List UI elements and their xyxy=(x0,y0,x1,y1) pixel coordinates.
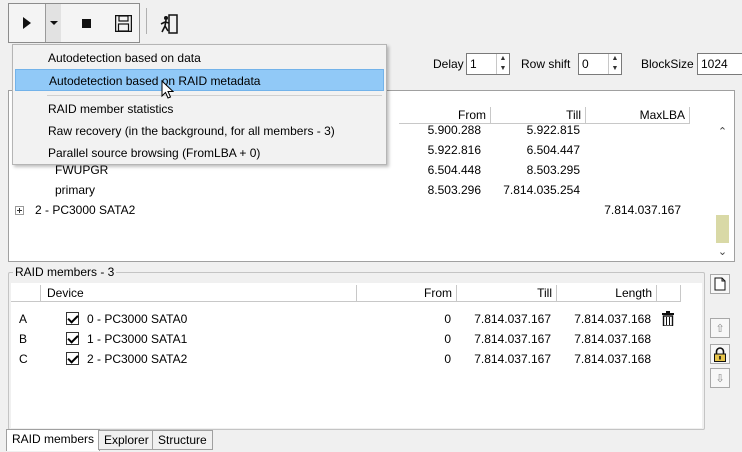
vertical-scrollbar[interactable]: ⌃ ⌄ xyxy=(714,117,731,261)
member-device: 1 - PC3000 SATA1 xyxy=(87,332,188,346)
scroll-up-icon[interactable]: ⌃ xyxy=(714,125,731,138)
play-dropdown-button[interactable] xyxy=(45,4,61,42)
menu-item-raw-recovery[interactable]: Raw recovery (in the background, for all… xyxy=(15,120,384,142)
column-header-length[interactable]: Length xyxy=(557,285,657,302)
member-length: 7.814.037.168 xyxy=(574,352,651,366)
spin-down-icon[interactable]: ▼ xyxy=(497,64,509,74)
rowshift-value: 0 xyxy=(582,57,589,71)
member-device: 2 - PC3000 SATA2 xyxy=(87,352,188,366)
lock-button[interactable] xyxy=(710,344,730,364)
play-dropdown-menu: Autodetection based on data Autodetectio… xyxy=(12,44,387,165)
member-till: 7.814.037.167 xyxy=(474,352,551,366)
row-from: 5.922.816 xyxy=(427,143,481,157)
member-letter: A xyxy=(19,312,28,326)
table-row[interactable]: primary 8.503.296 7.814.035.254 xyxy=(9,180,709,200)
column-header-extra xyxy=(657,285,681,302)
member-length: 7.814.037.168 xyxy=(574,332,651,346)
new-document-button[interactable] xyxy=(710,274,730,294)
spin-up-icon[interactable]: ▲ xyxy=(609,54,621,64)
rowshift-label: Row shift xyxy=(521,57,571,71)
delay-spinner[interactable]: 1 ▲ ▼ xyxy=(466,53,510,75)
exit-icon xyxy=(160,14,178,34)
mouse-cursor-icon xyxy=(161,80,174,99)
tab-explorer[interactable]: Explorer xyxy=(98,430,155,450)
move-up-button[interactable]: ⇧ xyxy=(710,318,730,338)
column-header-from[interactable]: From xyxy=(357,285,457,302)
move-down-button[interactable]: ⇩ xyxy=(710,368,730,388)
new-document-icon xyxy=(714,277,726,291)
save-button[interactable] xyxy=(109,4,137,42)
arrow-up-icon: ⇧ xyxy=(715,322,725,335)
row-from: 6.504.448 xyxy=(427,163,481,177)
rowshift-spinner[interactable]: 0 ▲ ▼ xyxy=(578,53,622,75)
raid-members-group: RAID members - 3 Device From Till Length… xyxy=(8,265,705,430)
member-row[interactable]: B 1 - PC3000 SATA1 0 7.814.037.167 7.814… xyxy=(11,329,702,349)
row-from: 8.503.296 xyxy=(427,183,481,197)
member-from: 0 xyxy=(444,312,451,326)
play-icon xyxy=(23,17,31,29)
menu-item-autodetect-raid-metadata[interactable]: Autodetection based on RAID metadata xyxy=(15,69,384,91)
trash-icon[interactable] xyxy=(662,311,674,326)
delay-value: 1 xyxy=(470,57,477,71)
menu-separator xyxy=(47,95,382,96)
row-maxlba: 7.814.037.167 xyxy=(604,203,681,217)
blocksize-input[interactable]: 1024 xyxy=(697,53,742,75)
menu-item-parallel-source-browsing[interactable]: Parallel source browsing (FromLBA + 0) xyxy=(15,142,384,164)
member-checkbox[interactable] xyxy=(66,332,79,345)
member-device: 0 - PC3000 SATA0 xyxy=(87,312,188,326)
row-till: 6.504.447 xyxy=(526,143,580,157)
row-till: 8.503.295 xyxy=(526,163,580,177)
column-header-letter xyxy=(11,285,41,302)
member-length: 7.814.037.168 xyxy=(574,312,651,326)
row-till: 7.814.035.254 xyxy=(503,183,580,197)
delay-label: Delay xyxy=(433,57,464,71)
rowshift-spinner-arrows[interactable]: ▲ ▼ xyxy=(608,54,621,74)
member-from: 0 xyxy=(444,352,451,366)
scrollbar-thumb[interactable] xyxy=(716,215,729,243)
spin-down-icon[interactable]: ▼ xyxy=(609,64,621,74)
play-button[interactable] xyxy=(9,4,45,42)
menu-item-autodetect-data[interactable]: Autodetection based on data xyxy=(15,47,384,69)
raid-members-title: RAID members - 3 xyxy=(13,265,117,279)
tab-structure[interactable]: Structure xyxy=(152,430,213,450)
member-from: 0 xyxy=(444,332,451,346)
lock-icon xyxy=(714,346,726,362)
spin-up-icon[interactable]: ▲ xyxy=(497,54,509,64)
member-row[interactable]: A 0 - PC3000 SATA0 0 7.814.037.167 7.814… xyxy=(11,309,702,329)
member-till: 7.814.037.167 xyxy=(474,332,551,346)
member-checkbox[interactable] xyxy=(66,352,79,365)
save-icon xyxy=(114,14,132,32)
stop-icon xyxy=(81,18,91,28)
delay-spinner-arrows[interactable]: ▲ ▼ xyxy=(496,54,509,74)
exit-button[interactable] xyxy=(154,5,184,43)
table-row[interactable]: 2 - PC3000 SATA2 7.814.037.167 xyxy=(9,200,709,220)
row-name: 2 - PC3000 SATA2 xyxy=(35,203,136,217)
member-letter: C xyxy=(19,352,28,366)
blocksize-label: BlockSize xyxy=(641,57,694,71)
column-header-till[interactable]: Till xyxy=(457,285,557,302)
member-till: 7.814.037.167 xyxy=(474,312,551,326)
chevron-down-icon xyxy=(49,20,58,25)
plus-icon[interactable] xyxy=(15,206,24,216)
column-header-device[interactable]: Device xyxy=(41,285,357,302)
expand-toggle[interactable] xyxy=(15,200,24,220)
row-till: 5.922.815 xyxy=(526,123,580,137)
member-checkbox[interactable] xyxy=(66,312,79,325)
arrow-down-icon: ⇩ xyxy=(715,372,725,385)
toolbar-separator xyxy=(146,8,147,34)
scroll-down-icon[interactable]: ⌄ xyxy=(714,245,731,258)
raid-members-table: Device From Till Length A 0 - PC3000 SAT… xyxy=(11,283,702,428)
row-name: primary xyxy=(55,183,96,197)
stop-button[interactable] xyxy=(73,4,99,42)
toolbar xyxy=(0,0,742,46)
member-row[interactable]: C 2 - PC3000 SATA2 0 7.814.037.167 7.814… xyxy=(11,349,702,369)
tab-raid-members[interactable]: RAID members xyxy=(6,429,101,451)
member-letter: B xyxy=(19,332,28,346)
toolbar-group-main xyxy=(8,3,140,43)
row-from: 5.900.288 xyxy=(427,123,481,137)
blocksize-value: 1024 xyxy=(701,57,728,71)
menu-item-raid-member-statistics[interactable]: RAID member statistics xyxy=(15,98,384,120)
bottom-tabs: RAID members Explorer Structure xyxy=(0,429,742,452)
